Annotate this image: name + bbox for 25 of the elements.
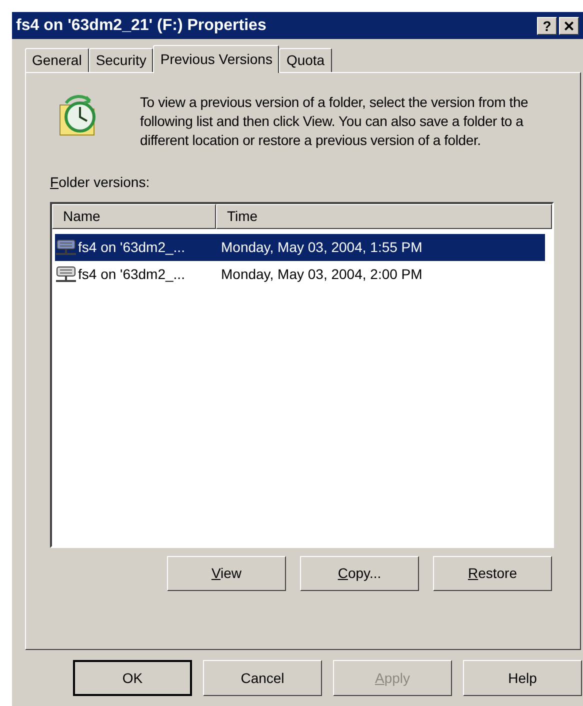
action-button[interactable]: Copy...: [300, 556, 419, 591]
action-button[interactable]: View: [167, 556, 286, 591]
dialog-button[interactable]: Help: [463, 660, 582, 696]
tab[interactable]: Security: [88, 48, 154, 72]
help-button[interactable]: ?: [537, 16, 557, 34]
table-cell-text: fs4 on '63dm2_...: [78, 238, 185, 257]
column-header[interactable]: Name: [52, 204, 216, 229]
table-cell-text: Monday, May 03, 2004, 1:55 PM: [221, 238, 422, 257]
column-header[interactable]: Time: [216, 204, 552, 229]
table-cell-text: fs4 on '63dm2_...: [78, 265, 185, 284]
dialog-button[interactable]: OK: [73, 660, 192, 696]
list-label: Folder versions:: [50, 173, 150, 192]
version-row[interactable]: fs4 on '63dm2_... Monday, May 03, 2004, 1:55 PM: [55, 234, 545, 261]
window-title: fs4 on '63dm2_21' (F:) Properties: [16, 16, 266, 36]
table-cell-text: Monday, May 03, 2004, 2:00 PM: [221, 265, 422, 284]
tab[interactable]: General: [25, 48, 89, 72]
dialog-button[interactable]: Cancel: [203, 660, 322, 696]
version-row[interactable]: fs4 on '63dm2_... Monday, May 03, 2004, 2:00 PM: [55, 261, 545, 288]
server-icon: [55, 266, 77, 284]
server-icon: [55, 238, 77, 256]
action-button[interactable]: Restore: [433, 556, 552, 591]
close-button[interactable]: ×: [559, 16, 579, 34]
tab[interactable]: Quota: [279, 48, 332, 72]
description-text: To view a previous version of a folder, select the version from the following list and then click View. You can also save a folder to a different location or restore a previous version of a folder.: [140, 93, 530, 150]
tab[interactable]: Previous Versions: [153, 45, 280, 73]
